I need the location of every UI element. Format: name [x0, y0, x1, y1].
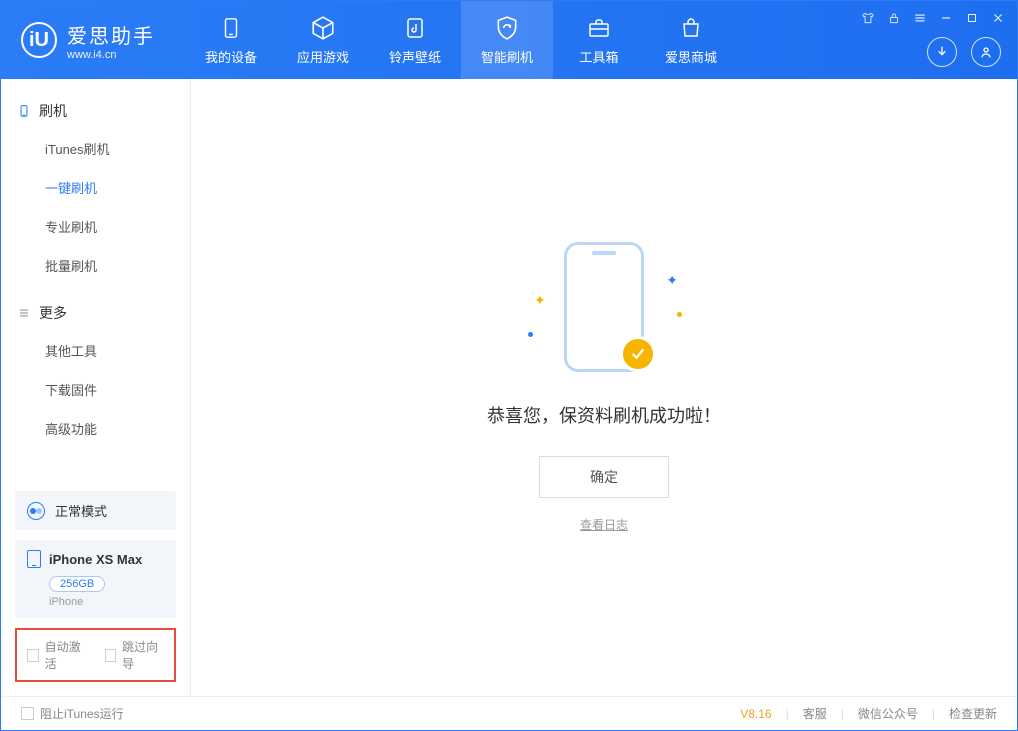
music-file-icon [402, 15, 428, 41]
header-action-circles [927, 37, 1001, 67]
tab-label: 智能刷机 [481, 47, 533, 66]
device-row: iPhone XS Max [27, 550, 164, 568]
check-badge-icon [620, 336, 656, 372]
checkbox-label: 跳过向导 [122, 638, 164, 672]
list-icon [17, 306, 31, 320]
mode-label: 正常模式 [55, 501, 107, 520]
dot-icon [677, 312, 682, 317]
sidebar-scroll: 刷机 iTunes刷机 一键刷机 专业刷机 批量刷机 更多 其他工具 下载固件 … [1, 79, 190, 491]
app-title: 爱思助手 [67, 20, 155, 49]
tab-apps[interactable]: 应用游戏 [277, 1, 369, 79]
app-window: iU 爱思助手 www.i4.cn 我的设备 应用游戏 铃声壁纸 智能刷机 [0, 0, 1018, 731]
sidebar: 刷机 iTunes刷机 一键刷机 专业刷机 批量刷机 更多 其他工具 下载固件 … [1, 79, 191, 696]
group-header-flash: 刷机 [1, 93, 190, 129]
group-label: 刷机 [39, 101, 67, 121]
checkbox-icon [21, 707, 34, 720]
mode-card[interactable]: 正常模式 [15, 491, 176, 530]
close-button[interactable] [989, 9, 1007, 27]
user-button[interactable] [971, 37, 1001, 67]
success-message: 恭喜您，保资料刷机成功啦！ [487, 402, 721, 428]
sidebar-item-other[interactable]: 其他工具 [1, 331, 190, 370]
phone-small-icon [27, 550, 41, 568]
minimize-button[interactable] [937, 9, 955, 27]
group-header-more: 更多 [1, 295, 190, 331]
app-url: www.i4.cn [67, 49, 155, 61]
tab-flash[interactable]: 智能刷机 [461, 1, 553, 79]
checkbox-block-itunes[interactable]: 阻止iTunes运行 [21, 705, 124, 722]
sidebar-item-firmware[interactable]: 下载固件 [1, 370, 190, 409]
maximize-button[interactable] [963, 9, 981, 27]
tab-label: 我的设备 [205, 47, 257, 66]
separator: | [841, 707, 844, 721]
phone-icon [218, 15, 244, 41]
toolbox-icon [586, 15, 612, 41]
tab-ring[interactable]: 铃声壁纸 [369, 1, 461, 79]
view-log-link[interactable]: 查看日志 [580, 516, 628, 533]
check-update-link[interactable]: 检查更新 [949, 705, 997, 722]
lock-icon[interactable] [885, 9, 903, 27]
cube-icon [310, 15, 336, 41]
main-content: ✦ ✦ 恭喜您，保资料刷机成功啦！ 确定 查看日志 [191, 79, 1017, 696]
logo-text: 爱思助手 www.i4.cn [67, 20, 155, 61]
sidebar-item-batch[interactable]: 批量刷机 [1, 246, 190, 285]
mode-icon [27, 502, 45, 520]
download-button[interactable] [927, 37, 957, 67]
device-type: iPhone [49, 596, 164, 608]
success-illustration: ✦ ✦ [524, 242, 684, 382]
sparkle-icon: ✦ [666, 272, 678, 289]
main-tabs: 我的设备 应用游戏 铃声壁纸 智能刷机 工具箱 爱思商城 [185, 1, 737, 79]
body: 刷机 iTunes刷机 一键刷机 专业刷机 批量刷机 更多 其他工具 下载固件 … [1, 79, 1017, 696]
window-controls [859, 9, 1007, 27]
checkbox-auto-activate[interactable]: 自动激活 [27, 638, 87, 672]
sidebar-item-onekey[interactable]: 一键刷机 [1, 168, 190, 207]
tab-label: 应用游戏 [297, 47, 349, 66]
sparkle-icon: ✦ [534, 292, 546, 309]
group-label: 更多 [39, 303, 67, 323]
menu-icon[interactable] [911, 9, 929, 27]
checkbox-label: 阻止iTunes运行 [40, 705, 124, 722]
sidebar-item-pro[interactable]: 专业刷机 [1, 207, 190, 246]
support-link[interactable]: 客服 [803, 705, 827, 722]
checkbox-icon [105, 649, 117, 662]
device-name: iPhone XS Max [49, 552, 142, 567]
tab-toolbox[interactable]: 工具箱 [553, 1, 645, 79]
version-label: V8.16 [740, 707, 771, 721]
checkbox-highlight-box: 自动激活 跳过向导 [15, 628, 176, 682]
tab-label: 爱思商城 [665, 47, 717, 66]
separator: | [932, 707, 935, 721]
sidebar-item-itunes[interactable]: iTunes刷机 [1, 129, 190, 168]
confirm-button[interactable]: 确定 [539, 456, 669, 498]
device-card[interactable]: iPhone XS Max 256GB iPhone [15, 540, 176, 618]
app-logo-icon: iU [21, 22, 57, 58]
device-icon [17, 104, 31, 118]
logo-area: iU 爱思助手 www.i4.cn [1, 1, 175, 79]
footer-right: V8.16 | 客服 | 微信公众号 | 检查更新 [740, 705, 997, 722]
checkbox-label: 自动激活 [45, 638, 87, 672]
tab-label: 工具箱 [579, 47, 618, 66]
tab-store[interactable]: 爱思商城 [645, 1, 737, 79]
sidebar-item-advanced[interactable]: 高级功能 [1, 409, 190, 448]
header: iU 爱思助手 www.i4.cn 我的设备 应用游戏 铃声壁纸 智能刷机 [1, 1, 1017, 79]
tab-label: 铃声壁纸 [389, 47, 441, 66]
shield-refresh-icon [494, 15, 520, 41]
storage-badge: 256GB [49, 576, 105, 592]
footer: 阻止iTunes运行 V8.16 | 客服 | 微信公众号 | 检查更新 [1, 696, 1017, 730]
wechat-link[interactable]: 微信公众号 [858, 705, 918, 722]
tshirt-icon[interactable] [859, 9, 877, 27]
tab-device[interactable]: 我的设备 [185, 1, 277, 79]
separator: | [786, 707, 789, 721]
shopping-bag-icon [678, 15, 704, 41]
dot-icon [528, 332, 533, 337]
checkbox-skip-guide[interactable]: 跳过向导 [105, 638, 165, 672]
checkbox-icon [27, 649, 39, 662]
